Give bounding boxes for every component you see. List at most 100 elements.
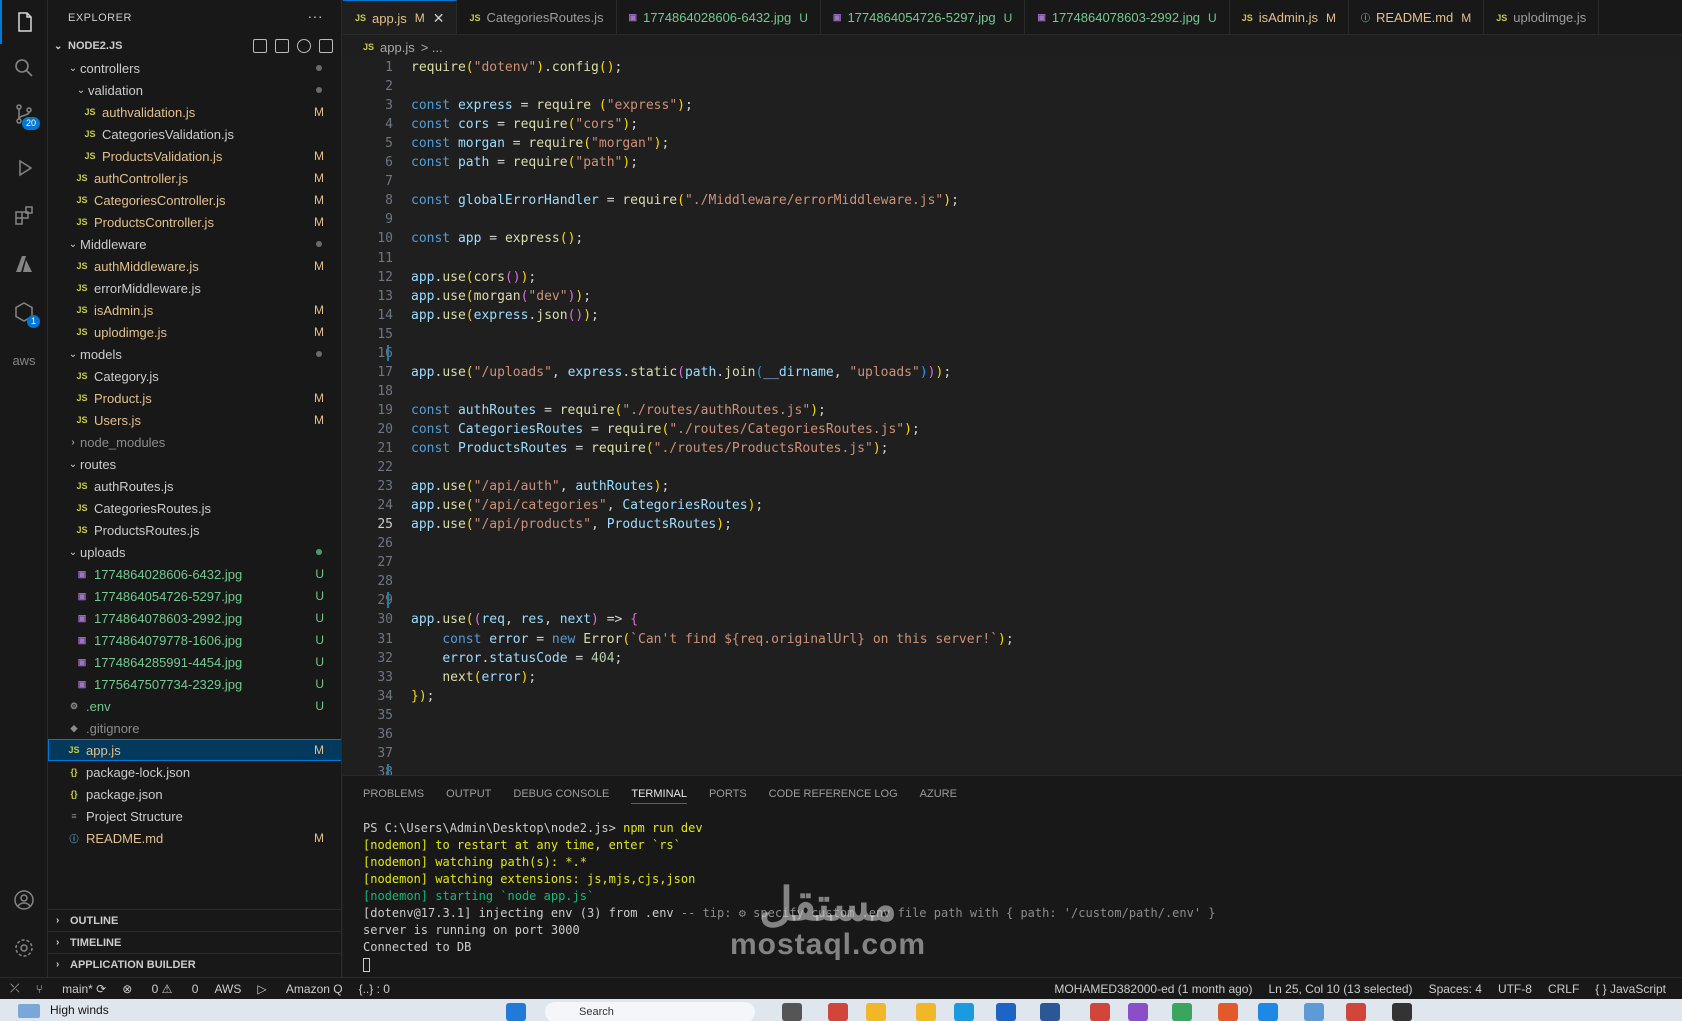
app-icon-2[interactable] [1304, 1003, 1324, 1021]
tree-item[interactable]: JS Category.js [48, 365, 341, 387]
panel-tab[interactable]: DEBUG CONSOLE [513, 788, 609, 800]
aws-status[interactable]: AWS [214, 982, 241, 996]
explorer-icon[interactable] [0, 0, 48, 44]
tree-item[interactable]: ▣ 1775647507734-2329.jpg U [48, 673, 341, 695]
code-line[interactable]: app.use("/api/auth", authRoutes); [411, 477, 669, 496]
editor-tab[interactable]: ⓘ README.md M [1349, 0, 1485, 34]
terminal-taskbar-icon[interactable] [1392, 1003, 1412, 1021]
tree-item[interactable]: {} package.json [48, 783, 341, 805]
file-explorer-icon[interactable] [866, 1003, 886, 1021]
project-header[interactable]: ⌄ NODE2.JS [48, 35, 341, 57]
account-icon[interactable] [0, 878, 48, 922]
edge-icon[interactable] [954, 1003, 974, 1021]
source-control-icon[interactable]: 20 [0, 92, 48, 136]
weather-text[interactable]: High winds [50, 1003, 109, 1017]
editor-tab[interactable]: JS isAdmin.js M [1230, 0, 1349, 34]
application-builder-section[interactable]: › APPLICATION BUILDER [48, 953, 341, 975]
tree-item[interactable]: ⌄ models [48, 343, 341, 365]
taskbar-search[interactable]: Search [545, 1002, 755, 1021]
new-file-icon[interactable] [253, 39, 267, 53]
panel-tab[interactable]: AZURE [920, 788, 957, 800]
language-status[interactable]: { } JavaScript [1595, 982, 1666, 996]
settings-gear-icon[interactable] [0, 926, 48, 970]
code-line[interactable]: const express = require ("express"); [411, 96, 693, 115]
tree-item[interactable]: JS CategoriesController.js M [48, 189, 341, 211]
tree-item[interactable]: JS authMiddleware.js M [48, 255, 341, 277]
run-debug-icon[interactable] [0, 146, 48, 190]
code-line[interactable]: const morgan = require("morgan"); [411, 134, 669, 153]
tree-item[interactable]: ▣ 1774864028606-6432.jpg U [48, 563, 341, 585]
docker-icon[interactable]: 1 [0, 290, 48, 334]
panel-tab[interactable]: OUTPUT [446, 788, 491, 800]
chrome-profile-icon[interactable] [1090, 1003, 1110, 1021]
aws-icon[interactable]: aws [0, 338, 48, 382]
tree-item[interactable]: ▣ 1774864079778-1606.jpg U [48, 629, 341, 651]
outline-section[interactable]: › OUTLINE [48, 909, 341, 931]
breadcrumb-rest[interactable]: > ... [421, 40, 443, 55]
tree-item[interactable]: ⌄ routes [48, 453, 341, 475]
panel-tab[interactable]: PORTS [709, 788, 747, 800]
cursor-position-status[interactable]: Ln 25, Col 10 (13 selected) [1268, 982, 1412, 996]
tree-item[interactable]: JS ProductsValidation.js M [48, 145, 341, 167]
code-line[interactable]: const error = new Error(`Can't find ${re… [411, 630, 1013, 649]
tree-item[interactable]: JS CategoriesValidation.js [48, 123, 341, 145]
tree-item[interactable]: JS authvalidation.js M [48, 101, 341, 123]
vscode-taskbar-icon[interactable] [1258, 1003, 1278, 1021]
braces-status[interactable]: {..} : 0 [359, 982, 390, 996]
refresh-icon[interactable] [297, 39, 311, 53]
app-icon[interactable] [916, 1003, 936, 1021]
code-line[interactable]: app.use("/api/products", ProductsRoutes)… [411, 515, 732, 534]
editor-tab[interactable]: ▣ 1774864078603-2992.jpg U [1025, 0, 1230, 34]
editor-tab[interactable]: ▣ 1774864054726-5297.jpg U [821, 0, 1026, 34]
code-editor[interactable]: 1 require("dotenv").config(); 2 3 const expr… [343, 57, 1682, 775]
tree-item[interactable]: ▣ 1774864054726-5297.jpg U [48, 585, 341, 607]
code-line[interactable]: error.statusCode = 404; [411, 649, 622, 668]
tree-item[interactable]: JS uplodimge.js M [48, 321, 341, 343]
tree-item[interactable]: JS ProductsController.js M [48, 211, 341, 233]
tree-item[interactable]: ▣ 1774864078603-2992.jpg U [48, 607, 341, 629]
collapse-all-icon[interactable] [319, 39, 333, 53]
outlook-icon[interactable] [996, 1003, 1016, 1021]
task-view-icon[interactable] [782, 1003, 802, 1021]
editor-tab[interactable]: JS app.js M ✕ [343, 0, 458, 34]
tree-item[interactable]: JS isAdmin.js M [48, 299, 341, 321]
chrome-icon[interactable] [828, 1003, 848, 1021]
breadcrumb-file[interactable]: app.js [380, 40, 415, 55]
code-line[interactable]: const CategoriesRoutes = require("./rout… [411, 420, 920, 439]
start-icon[interactable] [506, 1003, 526, 1021]
tree-item[interactable]: JS authRoutes.js [48, 475, 341, 497]
tree-item[interactable]: JS Users.js M [48, 409, 341, 431]
tree-item[interactable]: ⌄ uploads [48, 541, 341, 563]
tree-item[interactable]: ◆ .gitignore [48, 717, 341, 739]
code-line[interactable]: app.use((req, res, next) => { [411, 610, 638, 629]
code-line[interactable]: app.use(cors()); [411, 268, 536, 287]
postman-icon[interactable] [1218, 1003, 1238, 1021]
encoding-status[interactable]: UTF-8 [1498, 982, 1532, 996]
problems-status[interactable]: ⊗ 0 ⚠ 0 [122, 982, 198, 996]
editor-tab[interactable]: JS uplodimge.js [1484, 0, 1600, 34]
code-line[interactable]: const app = express(); [411, 229, 583, 248]
tree-item[interactable]: ▣ 1774864285991-4454.jpg U [48, 651, 341, 673]
visual-studio-icon[interactable] [1128, 1003, 1148, 1021]
extensions-icon[interactable] [0, 194, 48, 238]
branch-status[interactable]: ⑂ main* ⟳ [36, 982, 107, 996]
code-line[interactable]: next(error); [411, 668, 536, 687]
app-icon-3[interactable] [1346, 1003, 1366, 1021]
tree-item[interactable]: JS authController.js M [48, 167, 341, 189]
panel-tab[interactable]: CODE REFERENCE LOG [769, 788, 898, 800]
code-line[interactable]: const cors = require("cors"); [411, 115, 638, 134]
tree-item[interactable]: ⌄ Middleware [48, 233, 341, 255]
amazonq-status[interactable]: ▷ Amazon Q [257, 982, 342, 996]
code-line[interactable]: const ProductsRoutes = require("./routes… [411, 439, 888, 458]
tree-item[interactable]: ≡ Project Structure [48, 805, 341, 827]
tree-item[interactable]: JS CategoriesRoutes.js [48, 497, 341, 519]
tree-item[interactable]: JS errorMiddleware.js [48, 277, 341, 299]
remote-icon[interactable]: ⤫ [10, 981, 20, 996]
tree-item[interactable]: JS Product.js M [48, 387, 341, 409]
close-icon[interactable]: ✕ [433, 10, 445, 27]
tree-item[interactable]: {} package-lock.json [48, 761, 341, 783]
search-icon[interactable] [0, 46, 48, 90]
code-line[interactable]: app.use(express.json()); [411, 306, 599, 325]
tree-item[interactable]: JS ProductsRoutes.js [48, 519, 341, 541]
tree-item[interactable]: ⌄ validation [48, 79, 341, 101]
